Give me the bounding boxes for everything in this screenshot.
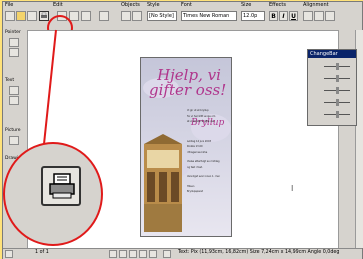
- status-bar: 1 of 1 Text: Pix (11,93cm, 16,82cm) Size…: [3, 248, 362, 259]
- magnified-print-button: [41, 166, 81, 206]
- view-icon-4[interactable]: [149, 250, 157, 258]
- print-icon-large: [49, 173, 75, 199]
- headline-line-2: gifter oss!: [149, 81, 227, 99]
- poster-headline: Hjelp, vi gifter oss!: [147, 68, 231, 98]
- objects-icon-2[interactable]: [132, 11, 142, 21]
- text-frame-icon[interactable]: [9, 96, 19, 105]
- style-select[interactable]: [No Style]: [147, 11, 177, 21]
- print-button-magnifier: [3, 142, 103, 246]
- status-text: Text: Pix (11,93cm, 16,82cm) Size 7,24cm…: [178, 250, 340, 255]
- changebar-row-1[interactable]: [310, 62, 354, 72]
- changebar-row-3[interactable]: [310, 86, 354, 96]
- menu-alignment[interactable]: Alignment: [303, 2, 329, 8]
- changebar-row-5[interactable]: [310, 110, 354, 120]
- poster-body: Vi gir ut et bryllup for vi har blitt en…: [187, 108, 229, 195]
- open-icon[interactable]: [16, 11, 26, 21]
- underline-button[interactable]: U: [289, 11, 298, 21]
- menu-style[interactable]: Style: [147, 2, 160, 8]
- paste-icon[interactable]: [81, 11, 91, 21]
- align-right-icon[interactable]: [325, 11, 335, 21]
- view-icon-2[interactable]: [129, 250, 137, 258]
- view-icon-5[interactable]: [163, 250, 171, 258]
- pointer-label: Pointer: [5, 30, 21, 35]
- changebar-panel[interactable]: ChangeBar: [307, 49, 357, 126]
- menu-size[interactable]: Size: [241, 2, 251, 8]
- menu-objects[interactable]: Objects: [121, 2, 140, 8]
- body-line: Bryllupsparet: [187, 190, 203, 193]
- poster-page[interactable]: Hjelp, vi gifter oss! Bryllup Vi gir ut …: [140, 57, 232, 237]
- objects-icon-1[interactable]: [121, 11, 131, 21]
- new-icon[interactable]: [5, 11, 15, 21]
- undo-icon[interactable]: [99, 11, 109, 21]
- print-icon[interactable]: [39, 11, 49, 21]
- page-indicator: 1 of 1: [35, 250, 49, 255]
- text-label: Text: [5, 78, 15, 83]
- prev-page-icon[interactable]: [5, 250, 13, 258]
- application-window: File Edit Objects Style Font Size Effect…: [2, 1, 363, 259]
- changebar-row-4[interactable]: [310, 98, 354, 108]
- pointer-tool-icon[interactable]: [9, 38, 19, 47]
- zoom-icon[interactable]: [109, 250, 117, 258]
- rotate-tool-icon[interactable]: [9, 48, 19, 57]
- align-left-icon[interactable]: [303, 11, 313, 21]
- menu-edit[interactable]: Edit: [53, 2, 63, 8]
- font-select[interactable]: Times New Roman: [181, 11, 237, 21]
- picture-tool-icon[interactable]: [9, 136, 19, 145]
- italic-button[interactable]: I: [279, 11, 288, 21]
- changebar-row-2[interactable]: [310, 74, 354, 84]
- callout-pointer-line: [43, 29, 57, 145]
- size-select[interactable]: 12.0p: [241, 11, 265, 21]
- changebar-title: ChangeBar: [308, 50, 356, 58]
- view-icon-1[interactable]: [119, 250, 127, 258]
- save-icon[interactable]: [27, 11, 37, 21]
- bold-button[interactable]: B: [269, 11, 278, 21]
- menu-file[interactable]: File: [5, 2, 13, 8]
- text-cursor-icon: I: [291, 184, 294, 193]
- text-tool-icon[interactable]: [9, 86, 19, 95]
- menu-font[interactable]: Font: [181, 2, 192, 8]
- view-icon-3[interactable]: [139, 250, 147, 258]
- menu-bar: File Edit Objects Style Font Size Effect…: [3, 2, 362, 10]
- align-center-icon[interactable]: [314, 11, 324, 21]
- menu-effects[interactable]: Effects: [269, 2, 286, 8]
- picture-label: Picture: [5, 128, 21, 133]
